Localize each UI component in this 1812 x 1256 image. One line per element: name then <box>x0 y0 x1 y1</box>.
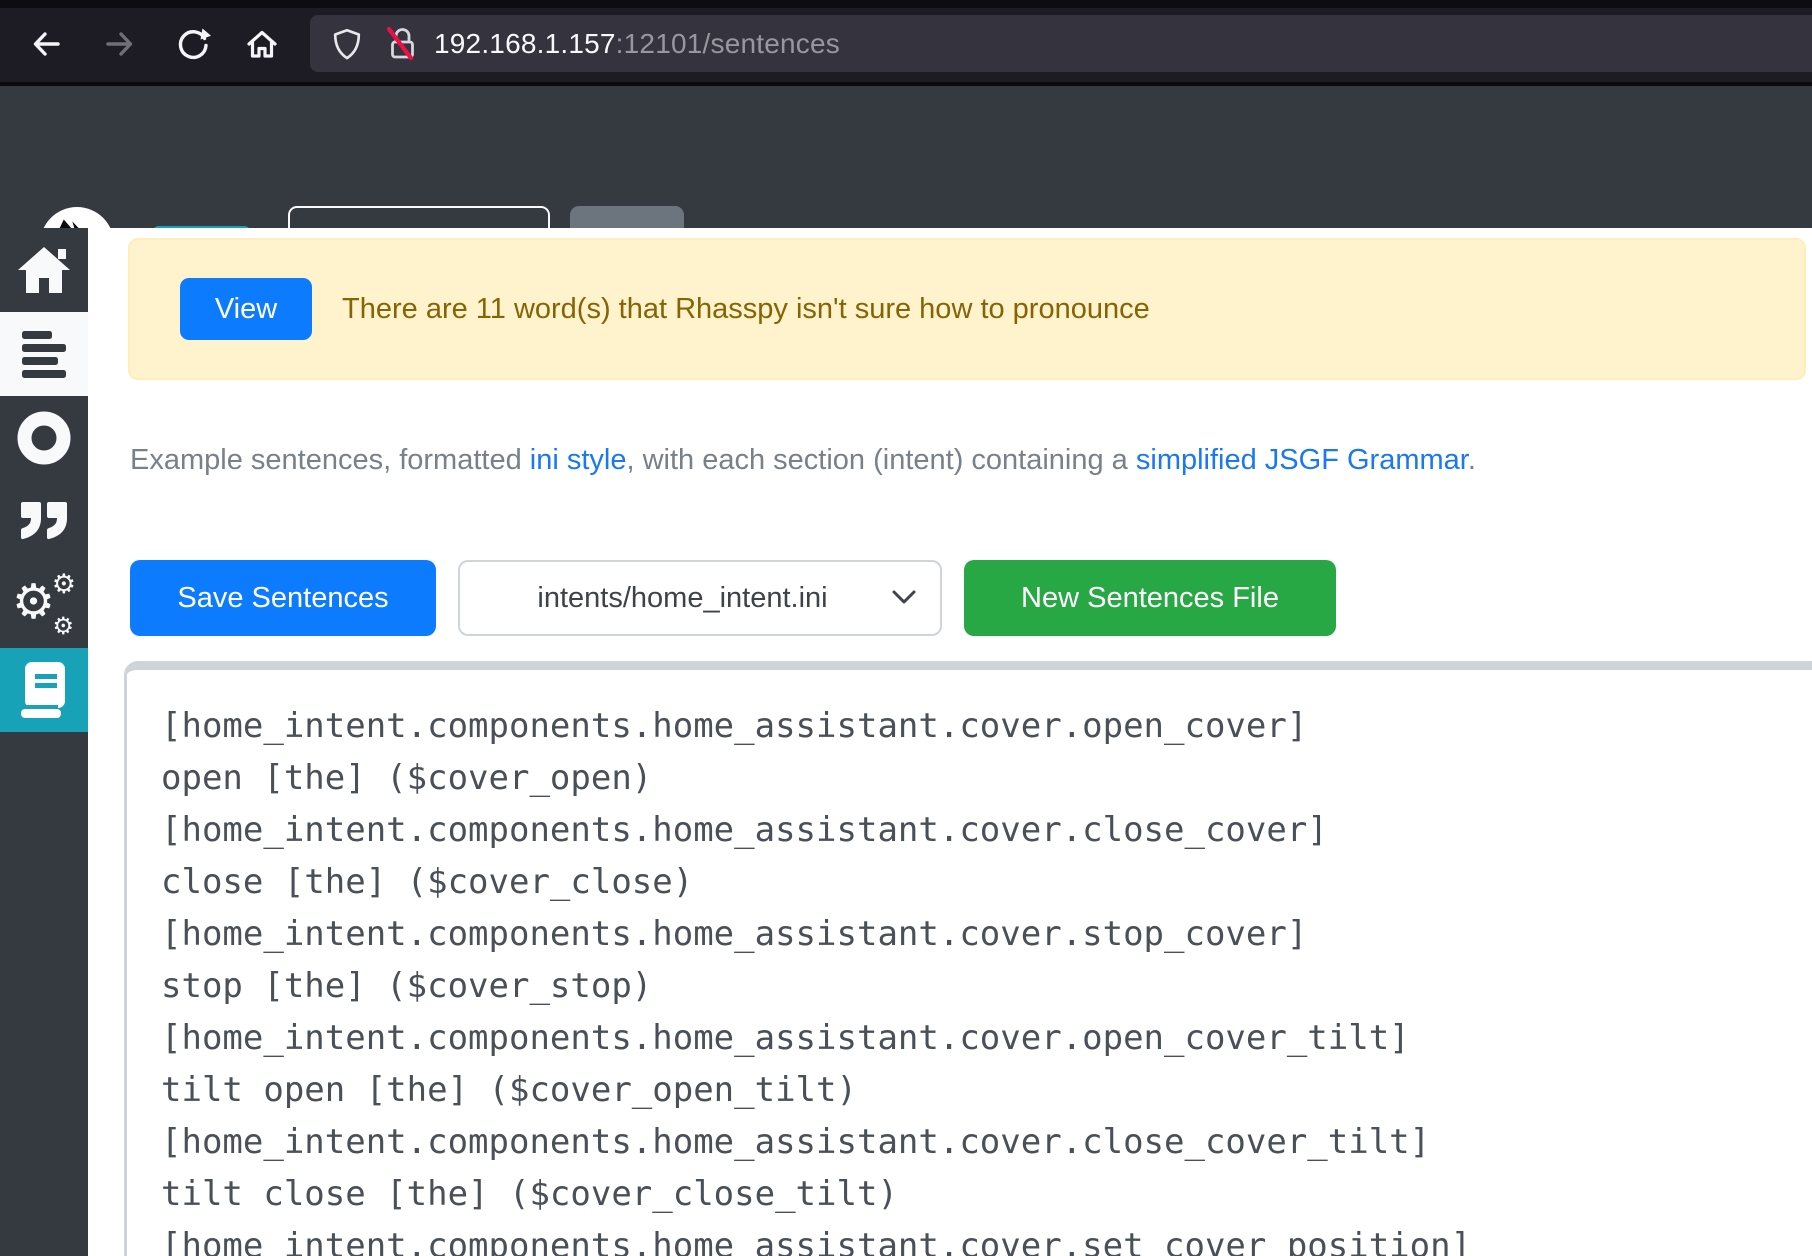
sidebar-item-home[interactable] <box>0 228 88 312</box>
sentences-toolbar: Save Sentences intents/home_intent.ini N… <box>130 560 1336 636</box>
jsgf-grammar-link[interactable]: simplified JSGF Grammar <box>1136 444 1468 476</box>
view-button[interactable]: View <box>180 278 312 340</box>
warning-message: There are 11 word(s) that Rhasspy isn't … <box>342 293 1150 326</box>
back-icon[interactable] <box>28 26 64 62</box>
intro-text: Example sentences, formatted ini style, … <box>130 444 1476 477</box>
sidebar-item-words[interactable] <box>0 648 88 732</box>
sidebar-item-sentences[interactable] <box>0 312 88 396</box>
app-header: 2.5.11 Sentences Log <box>0 86 1812 228</box>
file-select-wrap: intents/home_intent.ini <box>458 560 942 636</box>
url-text[interactable]: 192.168.1.157:12101/sentences <box>434 28 840 60</box>
words-book-icon <box>16 661 72 719</box>
quotes-icon <box>19 502 69 542</box>
sidebar: ⚙ ⚙ ⚙ <box>0 228 88 1256</box>
browser-chrome: 192.168.1.157:12101/sentences <box>0 0 1812 86</box>
window-top-strip <box>0 0 1812 8</box>
refresh-icon[interactable] <box>175 26 211 62</box>
pronounce-warning-banner: View There are 11 word(s) that Rhasspy i… <box>128 238 1806 380</box>
main-content: View There are 11 word(s) that Rhasspy i… <box>88 228 1812 1256</box>
sidebar-item-settings[interactable]: ⚙ ⚙ ⚙ <box>0 564 88 648</box>
sidebar-item-record[interactable] <box>0 396 88 480</box>
home-icon[interactable] <box>244 26 280 62</box>
url-path: :12101/sentences <box>616 28 840 59</box>
record-icon <box>17 411 71 465</box>
ini-style-link[interactable]: ini style <box>530 444 627 476</box>
intro-post: . <box>1468 444 1476 476</box>
home-icon <box>16 245 72 295</box>
sentences-editor[interactable]: [home_intent.components.home_assistant.c… <box>124 661 1812 1256</box>
sentences-list-icon <box>20 330 68 378</box>
url-host: 192.168.1.157 <box>434 28 616 59</box>
intro-mid: , with each section (intent) containing … <box>626 444 1135 476</box>
settings-gears-icon: ⚙ ⚙ ⚙ <box>12 577 76 635</box>
sidebar-item-quotes[interactable] <box>0 480 88 564</box>
forward-icon[interactable] <box>102 26 138 62</box>
insecure-lock-icon[interactable] <box>384 24 420 64</box>
new-sentences-file-button[interactable]: New Sentences File <box>964 560 1336 636</box>
sentences-file-select[interactable]: intents/home_intent.ini <box>458 560 942 636</box>
shield-icon[interactable] <box>330 27 364 61</box>
url-bar[interactable]: 192.168.1.157:12101/sentences <box>310 15 1812 72</box>
intro-pre: Example sentences, formatted <box>130 444 530 476</box>
save-sentences-button[interactable]: Save Sentences <box>130 560 436 636</box>
